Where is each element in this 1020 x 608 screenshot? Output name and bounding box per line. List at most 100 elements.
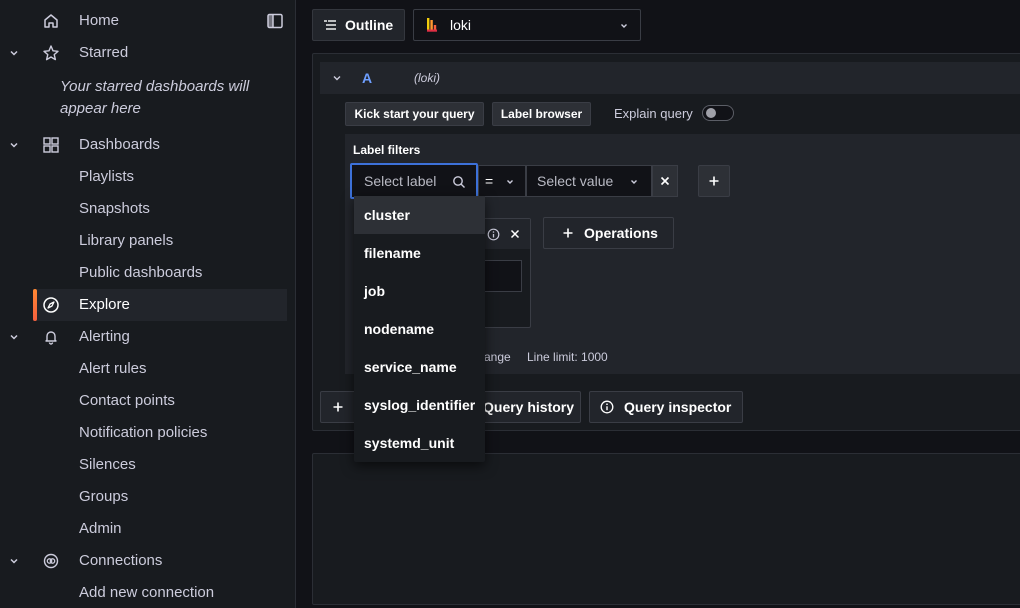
explain-query-toggle[interactable] [702, 105, 734, 121]
label-option-cluster[interactable]: cluster [354, 196, 485, 234]
sidebar-item-groups[interactable]: Groups [0, 481, 296, 513]
chevron-down-icon[interactable] [8, 331, 20, 343]
connections-icon [42, 552, 60, 570]
sidebar-item-label: Playlists [79, 168, 135, 185]
grid-icon [42, 136, 60, 154]
operator-value: = [485, 173, 494, 189]
plus-icon [332, 401, 344, 413]
sidebar-item-notification-policies[interactable]: Notification policies [0, 417, 296, 449]
label-select-placeholder: Select label [364, 173, 437, 189]
chevron-down-icon[interactable] [8, 47, 20, 59]
label-option-systemd-unit[interactable]: systemd_unit [354, 424, 485, 462]
operator-select[interactable]: = [478, 165, 526, 197]
value-select[interactable]: Select value [526, 165, 652, 197]
sidebar-item-admin[interactable]: Admin [0, 513, 296, 545]
label-browser-button[interactable]: Label browser [492, 102, 591, 126]
sidebar-item-add-new-connection[interactable]: Add new connection [0, 577, 296, 608]
chevron-down-icon[interactable] [332, 73, 342, 83]
add-filter-button[interactable] [698, 165, 730, 197]
sidebar-item-home[interactable]: Home [0, 5, 296, 37]
compass-icon [42, 296, 60, 314]
sidebar-item-label: Groups [79, 488, 129, 505]
info-icon [600, 400, 614, 414]
toggle-knob [706, 108, 716, 118]
sidebar-item-alerting[interactable]: Alerting [0, 321, 296, 353]
close-icon[interactable] [510, 229, 520, 239]
add-query-button[interactable] [320, 391, 356, 423]
query-inspector-button[interactable]: Query inspector [589, 391, 743, 423]
sidebar-item-label: Starred [79, 44, 129, 61]
value-select-placeholder: Select value [537, 173, 614, 189]
kick-start-query-button[interactable]: Kick start your query [345, 102, 484, 126]
results-panel [312, 453, 1020, 605]
chevron-down-icon [629, 177, 639, 187]
operations-button-label: Operations [584, 225, 658, 241]
plus-icon [562, 227, 574, 239]
sidebar-item-explore[interactable]: Explore [0, 289, 296, 321]
home-icon [42, 12, 60, 30]
sidebar-item-label: Alerting [79, 328, 130, 345]
datasource-name: loki [450, 17, 472, 33]
chevron-down-icon[interactable] [8, 139, 20, 151]
info-icon[interactable] [487, 228, 500, 241]
sidebar-item-silences[interactable]: Silences [0, 449, 296, 481]
label-option-filename[interactable]: filename [354, 234, 485, 272]
plus-icon [708, 175, 720, 187]
sidebar-item-label: Explore [79, 296, 130, 313]
sidebar-item-starred[interactable]: Starred [0, 37, 296, 69]
query-inspector-label: Query inspector [624, 399, 732, 415]
active-item-background [33, 289, 287, 321]
sidebar-item-label: Alert rules [79, 360, 147, 377]
outline-button[interactable]: Outline [312, 9, 405, 41]
active-indicator [33, 289, 37, 321]
label-option-nodename[interactable]: nodename [354, 310, 485, 348]
datasource-picker[interactable]: loki [413, 9, 641, 41]
bell-icon [42, 328, 60, 346]
sidebar-item-label: Notification policies [79, 424, 208, 441]
remove-filter-button[interactable] [652, 165, 678, 197]
search-icon [452, 175, 466, 189]
chevron-down-icon [618, 20, 630, 32]
sidebar-item-dashboards[interactable]: Dashboards [0, 129, 296, 161]
query-row-header[interactable]: A (loki) [320, 62, 1020, 94]
label-filters-title: Label filters [353, 143, 421, 157]
options-type-fragment: ange [484, 350, 511, 364]
label-select-input[interactable]: Select label [350, 163, 478, 199]
add-operation-button[interactable]: Operations [543, 217, 674, 249]
sidebar-item-label: Library panels [79, 232, 174, 249]
label-option-service-name[interactable]: service_name [354, 348, 485, 386]
sidebar-item-label: Connections [79, 552, 163, 569]
query-history-label: Query history [483, 399, 575, 415]
sidebar-item-label: Public dashboards [79, 264, 203, 281]
sidebar-item-snapshots[interactable]: Snapshots [0, 193, 296, 225]
outline-button-label: Outline [345, 17, 394, 33]
sidebar-item-label: Silences [79, 456, 136, 473]
query-history-button[interactable]: Query history [470, 391, 581, 423]
sidebar-item-label: Snapshots [79, 200, 150, 217]
explain-query-label: Explain query [614, 106, 693, 121]
star-icon [42, 44, 60, 62]
sidebar-item-public-dashboards[interactable]: Public dashboards [0, 257, 296, 289]
sidebar-item-connections[interactable]: Connections [0, 545, 296, 577]
sidebar-item-label: Admin [79, 520, 122, 537]
query-datasource-tag: (loki) [414, 71, 440, 85]
sidebar-item-label: Add new connection [79, 584, 215, 601]
label-options-dropdown: cluster filename job nodename service_na… [354, 196, 485, 462]
sidebar-item-playlists[interactable]: Playlists [0, 161, 296, 193]
label-option-syslog-identifier[interactable]: syslog_identifier [354, 386, 485, 424]
outline-list-icon [323, 18, 337, 32]
sidebar-item-alert-rules[interactable]: Alert rules [0, 353, 296, 385]
sidebar-item-label: Contact points [79, 392, 175, 409]
label-option-job[interactable]: job [354, 272, 485, 310]
sidebar-item-library-panels[interactable]: Library panels [0, 225, 296, 257]
sidebar-item-label: Dashboards [79, 136, 160, 153]
starred-empty-message: Your starred dashboards will appear here [60, 78, 250, 117]
sidebar-item-label: Home [79, 12, 120, 29]
nav-sidebar: Home Starred Your starred dashboards wil… [0, 0, 296, 608]
sidebar-item-contact-points[interactable]: Contact points [0, 385, 296, 417]
line-limit-text: Line limit: 1000 [527, 350, 608, 364]
query-name[interactable]: A [362, 70, 372, 86]
chevron-down-icon [505, 177, 515, 187]
chevron-down-icon[interactable] [8, 555, 20, 567]
loki-logo-icon [424, 16, 442, 34]
